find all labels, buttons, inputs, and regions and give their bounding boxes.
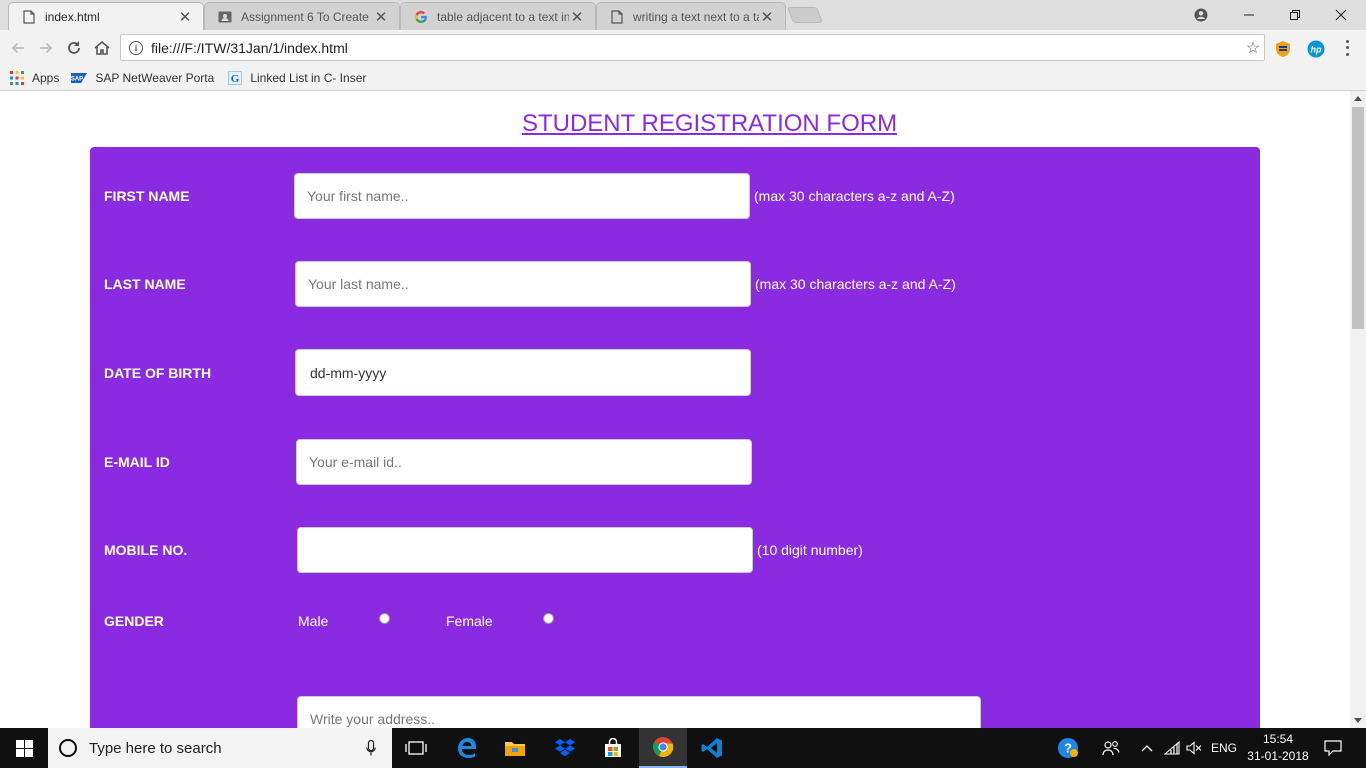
minimize-icon[interactable] xyxy=(1226,0,1272,30)
gender-female-label: Female xyxy=(446,613,493,629)
taskbar-clock[interactable]: 15:54 31-01-2018 xyxy=(1240,731,1316,765)
close-tab-icon[interactable]: ✕ xyxy=(373,8,389,26)
chrome-menu-icon[interactable] xyxy=(1342,38,1352,58)
svg-text:SAP: SAP xyxy=(71,76,83,82)
show-hidden-icons-chevron-icon[interactable] xyxy=(1138,728,1156,768)
tab-table-adjacent[interactable]: table adjacent to a text in ✕ xyxy=(400,2,596,30)
classroom-icon xyxy=(217,9,233,25)
address-textarea[interactable]: Write your address.. xyxy=(297,696,981,728)
dob-format-text: dd-mm-yyyy xyxy=(310,364,387,381)
language-indicator[interactable]: ENG xyxy=(1208,728,1240,768)
windows-taskbar: Type here to search ? ENG 15:54 31-01-20… xyxy=(0,728,1366,768)
tab-strip: index.html ✕ Assignment 6 To Create S ✕ … xyxy=(0,0,1366,30)
clock-date: 31-01-2018 xyxy=(1247,749,1309,763)
registration-form: FIRST NAME (max 30 characters a-z and A-… xyxy=(90,147,1260,728)
last-name-input[interactable] xyxy=(295,261,751,307)
bookmark-linked-list[interactable]: G Linked List in C- Inser xyxy=(228,70,367,85)
scrollbar-thumb[interactable] xyxy=(1352,107,1364,329)
clock-time: 15:54 xyxy=(1262,732,1294,746)
tab-title: Assignment 6 To Create S xyxy=(241,9,373,24)
last-name-label: LAST NAME xyxy=(104,276,186,292)
scroll-down-arrow-icon[interactable] xyxy=(1354,718,1362,723)
tab-writing-text[interactable]: writing a text next to a ta ✕ xyxy=(596,2,786,30)
restore-icon[interactable] xyxy=(1272,0,1318,30)
help-icon[interactable]: ? xyxy=(1054,728,1082,768)
profile-icon[interactable] xyxy=(1178,0,1224,30)
mobile-label: MOBILE NO. xyxy=(104,542,188,558)
tab-title: table adjacent to a text in xyxy=(437,9,569,24)
google-icon xyxy=(413,9,429,25)
sap-icon: SAP xyxy=(71,72,88,83)
tab-assignment[interactable]: Assignment 6 To Create S ✕ xyxy=(204,2,400,30)
close-tab-icon[interactable]: ✕ xyxy=(569,8,585,26)
gender-label: GENDER xyxy=(104,613,164,629)
mobile-input[interactable] xyxy=(297,527,753,573)
gender-male-label: Male xyxy=(298,613,329,629)
tab-index-html[interactable]: index.html ✕ xyxy=(8,2,204,30)
first-name-label: FIRST NAME xyxy=(104,188,190,204)
email-input[interactable] xyxy=(296,439,752,485)
bookmarks-bar: Apps SAP SAP NetWeaver Porta G Linked Li… xyxy=(0,65,1366,91)
last-name-hint: (max 30 characters a-z and A-Z) xyxy=(755,276,956,292)
tab-title: index.html xyxy=(45,9,100,24)
close-tab-icon[interactable]: ✕ xyxy=(177,8,193,26)
close-tab-icon[interactable]: ✕ xyxy=(759,8,775,26)
home-icon[interactable] xyxy=(90,36,114,60)
scroll-up-arrow-icon[interactable] xyxy=(1354,96,1362,101)
info-icon[interactable]: i xyxy=(129,40,143,55)
first-name-hint: (max 30 characters a-z and A-Z) xyxy=(754,188,955,204)
gender-male-radio[interactable] xyxy=(379,613,390,624)
first-name-input[interactable] xyxy=(294,173,750,219)
people-icon[interactable] xyxy=(1100,728,1122,768)
browser-toolbar: i file:///F:/ITW/31Jan/1/index.html ☆ hp xyxy=(0,30,1366,65)
tab-title: writing a text next to a ta xyxy=(633,9,759,24)
dropbox-icon[interactable] xyxy=(541,728,589,768)
taskbar-search-placeholder: Type here to search xyxy=(89,739,222,757)
apps-grid-icon xyxy=(10,70,24,85)
back-icon[interactable] xyxy=(6,36,30,60)
dob-input[interactable]: dd-mm-yyyy xyxy=(295,349,751,396)
bookmark-label: SAP NetWeaver Porta xyxy=(95,70,215,85)
svg-text:hp: hp xyxy=(1311,45,1322,55)
edge-icon[interactable] xyxy=(443,728,491,768)
url-text: file:///F:/ITW/31Jan/1/index.html xyxy=(151,39,348,56)
bookmark-apps[interactable]: Apps xyxy=(10,70,60,85)
store-icon[interactable] xyxy=(589,728,637,768)
bookmark-label: Linked List in C- Inser xyxy=(250,70,367,85)
page-title: STUDENT REGISTRATION FORM xyxy=(521,110,898,137)
cortana-icon xyxy=(59,739,77,757)
new-tab-button[interactable] xyxy=(787,7,823,23)
microphone-icon[interactable] xyxy=(364,740,378,756)
svg-text:G: G xyxy=(231,73,240,85)
page-icon xyxy=(21,9,37,25)
email-label: E-MAIL ID xyxy=(104,454,170,470)
linked-list-icon: G xyxy=(228,70,243,85)
bookmark-label: Apps xyxy=(32,70,60,85)
taskbar-search-box[interactable]: Type here to search xyxy=(48,728,392,768)
bookmark-star-icon[interactable]: ☆ xyxy=(1242,38,1264,58)
extension-shield-icon[interactable] xyxy=(1274,40,1292,58)
mobile-hint: (10 digit number) xyxy=(757,542,863,558)
address-bar[interactable]: i file:///F:/ITW/31Jan/1/index.html ☆ xyxy=(120,34,1265,61)
action-center-icon[interactable] xyxy=(1320,728,1346,768)
bookmark-sap[interactable]: SAP SAP NetWeaver Porta xyxy=(71,71,214,85)
close-window-icon[interactable] xyxy=(1318,0,1364,30)
vscode-icon[interactable] xyxy=(688,728,736,768)
forward-icon[interactable] xyxy=(34,36,58,60)
page-icon xyxy=(609,9,625,25)
volume-muted-icon[interactable] xyxy=(1184,728,1204,768)
task-view-icon[interactable] xyxy=(392,728,440,768)
wifi-icon[interactable] xyxy=(1162,728,1182,768)
windows-start-icon[interactable] xyxy=(0,728,48,768)
dob-label: DATE OF BIRTH xyxy=(104,365,212,381)
reload-icon[interactable] xyxy=(62,36,86,60)
chrome-taskbar-icon[interactable] xyxy=(639,728,687,768)
hp-extension-icon[interactable]: hp xyxy=(1307,40,1325,58)
file-explorer-icon[interactable] xyxy=(491,728,539,768)
page-viewport: STUDENT REGISTRATION FORM FIRST NAME (ma… xyxy=(0,91,1350,728)
page-scrollbar[interactable] xyxy=(1350,91,1366,728)
gender-female-radio[interactable] xyxy=(543,613,554,624)
